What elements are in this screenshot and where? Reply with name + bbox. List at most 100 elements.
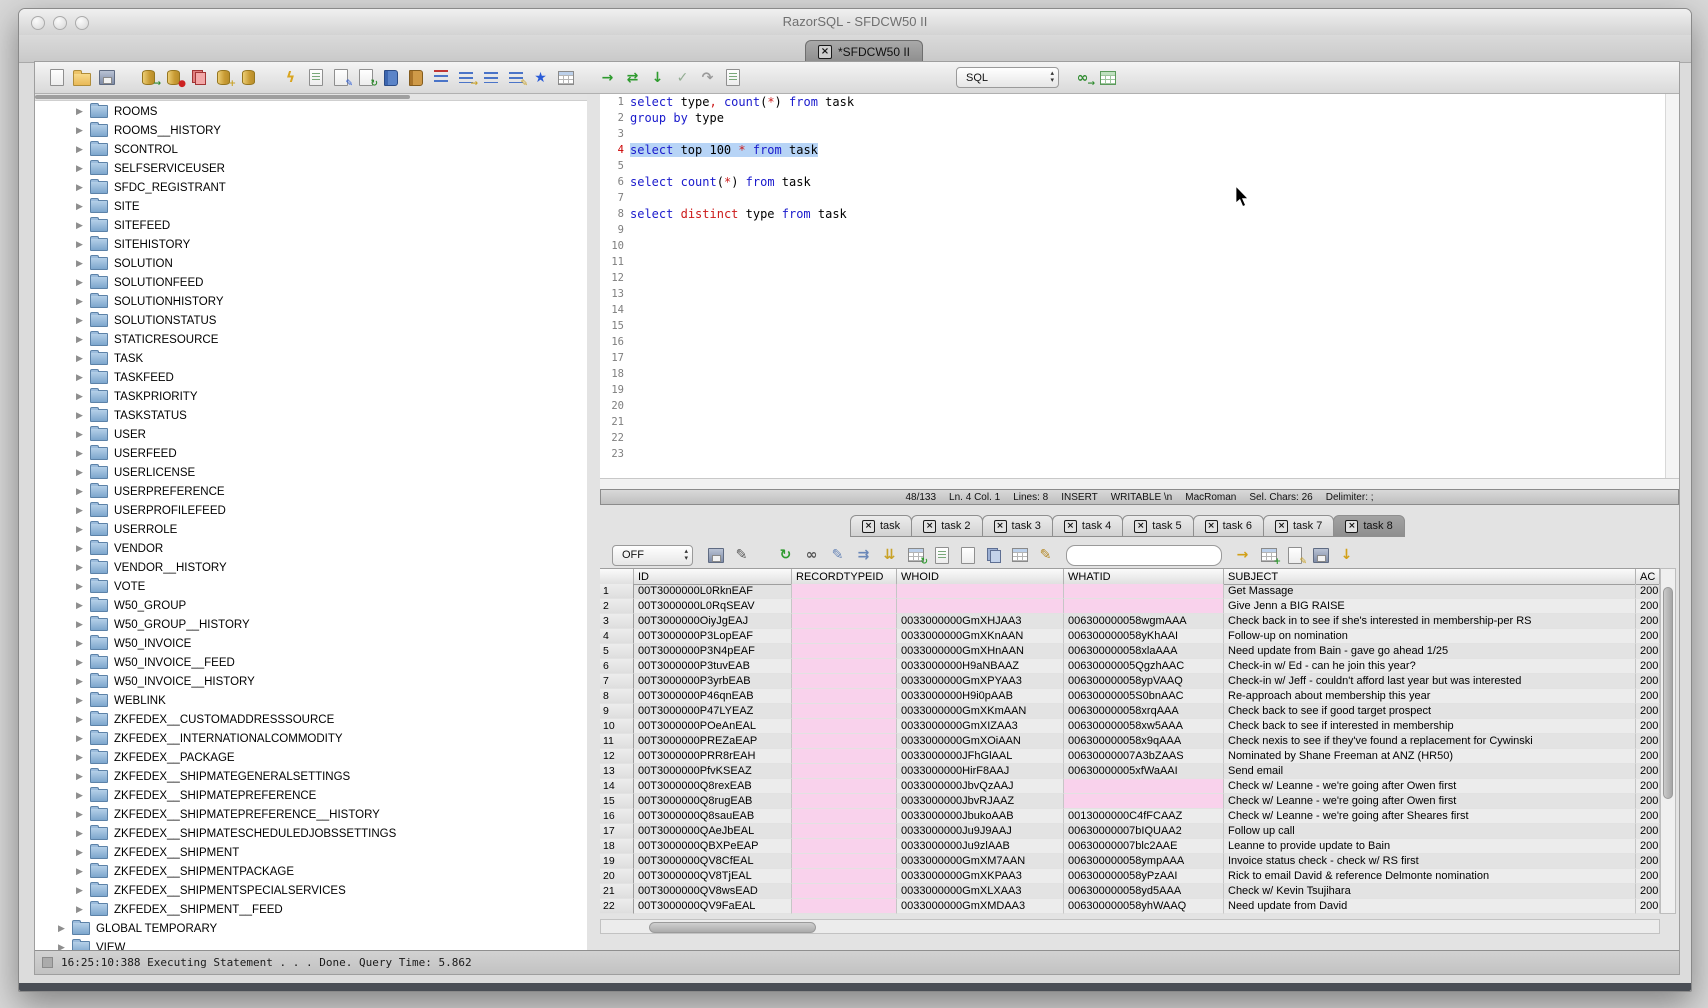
table-cell[interactable]: 0033000000GmXKPAA3 xyxy=(897,869,1064,884)
table-cell[interactable] xyxy=(792,899,897,914)
table-cell[interactable]: 006300000058wgmAAA xyxy=(1064,614,1224,629)
table-cell[interactable] xyxy=(792,689,897,704)
execute-lightning-icon[interactable]: ϟ xyxy=(281,69,300,86)
table-cell[interactable] xyxy=(792,614,897,629)
editor-line[interactable]: 3 xyxy=(600,126,1679,142)
table-cell[interactable]: 200 xyxy=(1636,704,1660,719)
column-header-subject[interactable]: SUBJECT xyxy=(1224,569,1636,584)
table-cell[interactable]: Check w/ Leanne - we're going after Owen… xyxy=(1224,779,1636,794)
disclosure-triangle-icon[interactable]: ▶ xyxy=(73,220,86,231)
table-cell[interactable]: Need update from Bain - gave go ahead 1/… xyxy=(1224,644,1636,659)
editor-line[interactable]: 17 xyxy=(600,350,1679,366)
table-cell[interactable] xyxy=(1064,794,1224,809)
table-cell[interactable] xyxy=(792,599,897,614)
disclosure-triangle-icon[interactable]: ▶ xyxy=(55,923,68,934)
disclosure-triangle-icon[interactable]: ▶ xyxy=(73,448,86,459)
table-cell[interactable]: 0033000000GmXM7AAN xyxy=(897,854,1064,869)
disclosure-triangle-icon[interactable]: ▶ xyxy=(73,182,86,193)
result-tab-task-3[interactable]: ×task 3 xyxy=(982,515,1053,537)
editor-line[interactable]: 12 xyxy=(600,270,1679,286)
table-cell[interactable] xyxy=(792,779,897,794)
download-results-icon[interactable]: ↓ xyxy=(1337,547,1356,564)
sql-history-icon[interactable] xyxy=(381,69,400,86)
table-cell[interactable]: 200 xyxy=(1636,689,1660,704)
sidebar-item-w50-invoice-feed[interactable]: ▶W50_INVOICE__FEED xyxy=(35,653,587,672)
editor-line[interactable]: 5 xyxy=(600,158,1679,174)
table-cell[interactable]: 200 xyxy=(1636,899,1660,914)
column-header-whatid[interactable]: WHATID xyxy=(1064,569,1224,584)
disclosure-triangle-icon[interactable]: ▶ xyxy=(73,676,86,687)
disclosure-triangle-icon[interactable]: ▶ xyxy=(73,809,86,820)
table-cell[interactable] xyxy=(1064,599,1224,614)
table-cell[interactable]: 00T3000000L0RknEAF xyxy=(634,584,792,599)
editor-line[interactable]: 10 xyxy=(600,238,1679,254)
table-cell[interactable]: 006300000058ypVAAQ xyxy=(1064,674,1224,689)
export-results-icon[interactable]: + xyxy=(1259,547,1278,564)
table-cell[interactable]: 00T3000000Q8rexEAB xyxy=(634,779,792,794)
table-cell[interactable]: Re-approach about membership this year xyxy=(1224,689,1636,704)
sidebar-item-rooms[interactable]: ▶ROOMS xyxy=(35,102,587,121)
view-log-icon[interactable] xyxy=(723,69,742,86)
table-cell[interactable]: 00T3000000P3LopEAF xyxy=(634,629,792,644)
sync-table-icon[interactable]: ↻ xyxy=(906,547,925,564)
sidebar-item-rooms-history[interactable]: ▶ROOMS__HISTORY xyxy=(35,121,587,140)
disclosure-triangle-icon[interactable]: ▶ xyxy=(73,581,86,592)
delete-data-icon[interactable]: ● xyxy=(164,69,183,86)
table-cell[interactable]: 00T3000000QBXPeEAP xyxy=(634,839,792,854)
highlight-pen-icon[interactable]: ✎ xyxy=(1036,547,1055,564)
sidebar-item-global-temporary[interactable]: ▶GLOBAL TEMPORARY xyxy=(35,919,587,938)
disclosure-triangle-icon[interactable]: ▶ xyxy=(73,790,86,801)
table-cell[interactable] xyxy=(792,809,897,824)
table-cell[interactable]: 00T3000000QAeJbEAL xyxy=(634,824,792,839)
disclosure-triangle-icon[interactable]: ▶ xyxy=(73,486,86,497)
table-cell[interactable] xyxy=(792,734,897,749)
table-cell[interactable]: 00T3000000PREZaEAP xyxy=(634,734,792,749)
disclosure-triangle-icon[interactable]: ▶ xyxy=(73,904,86,915)
table-cell[interactable]: 200 xyxy=(1636,839,1660,854)
sidebar-item-scontrol[interactable]: ▶SCONTROL xyxy=(35,140,587,159)
paste-results-icon[interactable] xyxy=(1010,547,1029,564)
table-cell[interactable]: Invoice status check - check w/ RS first xyxy=(1224,854,1636,869)
disclosure-triangle-icon[interactable]: ▶ xyxy=(73,562,86,573)
table-cell[interactable]: 200 xyxy=(1636,719,1660,734)
table-cell[interactable]: 00630000005xfWaAAI xyxy=(1064,764,1224,779)
table-cell[interactable]: 200 xyxy=(1636,764,1660,779)
results-horizontal-scrollbar[interactable] xyxy=(600,919,1660,934)
disclosure-triangle-icon[interactable]: ▶ xyxy=(73,125,86,136)
table-cell[interactable]: 00T3000000QV8wsEAD xyxy=(634,884,792,899)
table-cell[interactable]: 00630000005QgzhAAC xyxy=(1064,659,1224,674)
editor-line[interactable]: 4select top 100 * from task xyxy=(600,142,1679,158)
tree-scrollbar-thumb[interactable] xyxy=(35,95,410,99)
sidebar-item-userfeed[interactable]: ▶USERFEED xyxy=(35,444,587,463)
table-cell[interactable]: 00T3000000Q8sauEAB xyxy=(634,809,792,824)
sidebar-item-sfdc-registrant[interactable]: ▶SFDC_REGISTRANT xyxy=(35,178,587,197)
result-tab-task-4[interactable]: ×task 4 xyxy=(1052,515,1123,537)
disclosure-triangle-icon[interactable]: ▶ xyxy=(73,410,86,421)
table-cell[interactable]: Give Jenn a BIG RAISE xyxy=(1224,599,1636,614)
table-cell[interactable]: Check-in w/ Jeff - couldn't afford last … xyxy=(1224,674,1636,689)
fetch-down-icon[interactable]: ↓ xyxy=(648,69,667,86)
disclosure-triangle-icon[interactable]: ▶ xyxy=(73,144,86,155)
table-cell[interactable]: 200 xyxy=(1636,884,1660,899)
table-cell[interactable]: 0033000000GmXMDAA3 xyxy=(897,899,1064,914)
tree-horizontal-scrollbar[interactable] xyxy=(35,94,587,101)
generate-sql-icon[interactable]: ✎ xyxy=(1285,547,1304,564)
table-cell[interactable] xyxy=(792,659,897,674)
sidebar-item-solutionstatus[interactable]: ▶SOLUTIONSTATUS xyxy=(35,311,587,330)
document-tab[interactable]: × *SFDCW50 II xyxy=(805,40,923,62)
table-cell[interactable]: Check back to see if good target prospec… xyxy=(1224,704,1636,719)
disclosure-triangle-icon[interactable]: ▶ xyxy=(73,163,86,174)
table-cell[interactable]: 0033000000GmXOiAAN xyxy=(897,734,1064,749)
table-cell[interactable]: 0033000000GmXLXAA3 xyxy=(897,884,1064,899)
sidebar-item-solution[interactable]: ▶SOLUTION xyxy=(35,254,587,273)
table-cell[interactable]: 0033000000H9aNBAAZ xyxy=(897,659,1064,674)
table-cell[interactable] xyxy=(792,644,897,659)
table-cell[interactable]: 006300000058yPzAAI xyxy=(1064,869,1224,884)
disclosure-triangle-icon[interactable]: ▶ xyxy=(73,619,86,630)
close-result-tab-icon[interactable]: × xyxy=(923,520,936,533)
disclosure-triangle-icon[interactable]: ▶ xyxy=(73,733,86,744)
sidebar-item-site[interactable]: ▶SITE xyxy=(35,197,587,216)
results-hscroll-thumb[interactable] xyxy=(649,922,816,933)
sidebar-item-taskstatus[interactable]: ▶TASKSTATUS xyxy=(35,406,587,425)
title-bar[interactable]: RazorSQL - SFDCW50 II xyxy=(19,9,1691,36)
